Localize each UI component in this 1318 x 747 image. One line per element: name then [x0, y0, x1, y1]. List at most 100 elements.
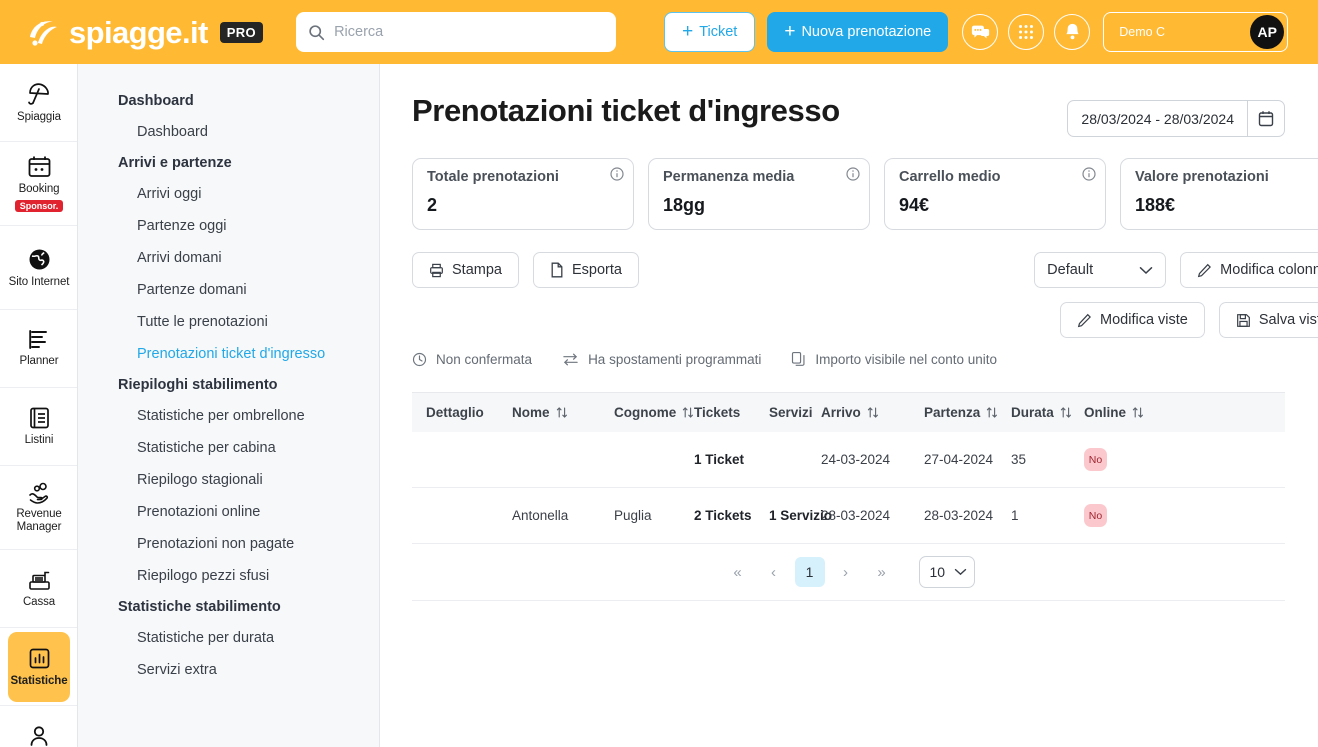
sidebar-item-prenotazioni-ticket-ingresso[interactable]: Prenotazioni ticket d'ingresso — [78, 338, 379, 370]
print-button[interactable]: Stampa — [412, 252, 519, 288]
table-toolbar: Stampa Esporta Default Modifica colonn M… — [412, 252, 1318, 342]
rail-item-statistiche[interactable]: Statistiche — [0, 628, 77, 706]
column-label: Nome — [512, 405, 550, 420]
next-page-button[interactable]: › — [831, 557, 861, 587]
table-row[interactable]: 1 Ticket 24-03-2024 27-04-2024 35 No — [412, 432, 1285, 488]
sidebar-item-statistiche-per-ombrellone[interactable]: Statistiche per ombrellone — [78, 400, 379, 432]
kpi-card-valore-prenotazioni: Valore prenotazioni 188€ — [1120, 158, 1318, 230]
main-content: Prenotazioni ticket d'ingresso 28/03/202… — [380, 64, 1318, 747]
column-header-durata[interactable]: Durata — [1011, 405, 1084, 420]
sort-icon[interactable] — [1132, 406, 1144, 419]
export-button[interactable]: Esporta — [532, 252, 639, 288]
nav-section-title: Dashboard — [118, 93, 194, 109]
save-view-button[interactable]: Salva vista — [1218, 302, 1318, 338]
cell-cognome: Puglia — [614, 508, 652, 523]
column-header-arrivo[interactable]: Arrivo — [821, 405, 924, 420]
ticket-button[interactable]: + Ticket — [664, 12, 756, 52]
table-legend: Non confermata Ha spostamenti programmat… — [412, 346, 1318, 372]
first-page-button[interactable]: « — [723, 557, 753, 587]
column-header-dettaglio[interactable]: Dettaglio — [412, 405, 512, 420]
save-view-label: Salva vista — [1258, 312, 1318, 328]
calendar-booking-icon — [27, 155, 52, 179]
brand-logo[interactable]: spiagge.it PRO — [26, 17, 264, 48]
edit-columns-button[interactable]: Modifica colonne — [1180, 252, 1318, 288]
rail-label: Revenue Manager — [16, 507, 62, 533]
page-size-select[interactable]: 10 — [918, 556, 975, 588]
apps-grid-icon — [1017, 23, 1035, 41]
cell-online: No — [1084, 504, 1164, 527]
table-row[interactable]: Antonella Puglia 2 Tickets 1 Servizio 28… — [412, 488, 1285, 544]
rail-item-clienti[interactable]: Clienti — [0, 706, 77, 747]
last-page-button[interactable]: » — [867, 557, 897, 587]
info-icon[interactable] — [846, 167, 860, 181]
info-icon[interactable] — [1082, 167, 1096, 181]
rail-item-sito-internet[interactable]: Sito Internet — [0, 226, 77, 310]
table-header-row: Dettaglio Nome Cognome Tickets Servizi A… — [412, 392, 1285, 432]
page-title: Prenotazioni ticket d'ingresso — [412, 93, 840, 128]
cell-nome: Antonella — [512, 508, 569, 523]
chat-icon-button[interactable] — [962, 14, 999, 50]
rail-label: Booking — [18, 182, 60, 195]
sidebar-item-prenotazioni-online[interactable]: Prenotazioni online — [78, 496, 379, 528]
rail-item-planner[interactable]: Planner — [0, 310, 77, 388]
search-box[interactable] — [296, 12, 617, 52]
kpi-value: 94€ — [899, 194, 930, 215]
nav-section-title: Arrivi e partenze — [118, 155, 232, 171]
column-header-cognome[interactable]: Cognome — [614, 405, 694, 420]
sidebar-item-servizi-extra[interactable]: Servizi extra — [78, 654, 379, 686]
sort-icon[interactable] — [556, 406, 568, 419]
column-label: Cognome — [614, 405, 677, 420]
date-range-picker[interactable]: 28/03/2024 - 28/03/2024 — [1067, 100, 1285, 137]
sidebar-item-partenze-oggi[interactable]: Partenze oggi — [78, 210, 379, 242]
calendar-button[interactable] — [1247, 101, 1284, 136]
kpi-label: Totale prenotazioni — [427, 169, 559, 185]
pencil-icon — [1077, 313, 1092, 328]
price-list-icon — [28, 406, 51, 430]
apps-grid-icon-button[interactable] — [1008, 14, 1045, 50]
sidebar-item-partenze-domani[interactable]: Partenze domani — [78, 274, 379, 306]
sidebar-item-arrivi-domani[interactable]: Arrivi domani — [78, 242, 379, 274]
notifications-icon-button[interactable] — [1054, 14, 1091, 50]
rail-item-revenue-manager[interactable]: Revenue Manager — [0, 466, 77, 550]
rail-item-cassa[interactable]: Cassa — [0, 550, 77, 628]
sidebar-item-riepilogo-stagionali[interactable]: Riepilogo stagionali — [78, 464, 379, 496]
sidebar-item-tutte-le-prenotazioni[interactable]: Tutte le prenotazioni — [78, 306, 379, 338]
nav-sidebar: Dashboard Dashboard Arrivi e partenze Ar… — [78, 64, 380, 747]
search-input[interactable] — [334, 24, 605, 40]
prev-page-button[interactable]: ‹ — [759, 557, 789, 587]
legend-item-importo-visibile-conto-unito: Importo visibile nel conto unito — [791, 351, 997, 367]
sort-icon[interactable] — [682, 406, 694, 419]
status-badge: No — [1084, 448, 1107, 471]
user-menu[interactable]: Demo C AP — [1103, 12, 1289, 52]
legend-label: Importo visibile nel conto unito — [815, 351, 997, 367]
sidebar-item-arrivi-oggi[interactable]: Arrivi oggi — [78, 178, 379, 210]
rail-item-booking[interactable]: Booking Sponsor. — [0, 142, 77, 226]
kpi-card-permanenza-media: Permanenza media 18gg — [648, 158, 870, 230]
column-header-nome[interactable]: Nome — [512, 405, 614, 420]
sidebar-item-riepilogo-pezzi-sfusi[interactable]: Riepilogo pezzi sfusi — [78, 560, 379, 592]
info-icon[interactable] — [610, 167, 624, 181]
column-header-partenza[interactable]: Partenza — [924, 405, 1011, 420]
rail-item-spiaggia[interactable]: Spiaggia — [0, 64, 77, 142]
column-header-online[interactable]: Online — [1084, 405, 1164, 420]
sort-icon[interactable] — [986, 406, 998, 419]
page-number-1[interactable]: 1 — [794, 557, 825, 587]
chat-icon — [971, 23, 990, 42]
kpi-cards: Totale prenotazioni 2 Permanenza media 1… — [412, 158, 1318, 230]
page-header-row: Prenotazioni ticket d'ingresso 28/03/202… — [412, 92, 1318, 137]
column-header-servizi[interactable]: Servizi — [769, 405, 821, 420]
sidebar-item-statistiche-per-durata[interactable]: Statistiche per durata — [78, 622, 379, 654]
sidebar-item-statistiche-per-cabina[interactable]: Statistiche per cabina — [78, 432, 379, 464]
new-reservation-button[interactable]: + Nuova prenotazione — [767, 12, 949, 52]
kpi-label: Carrello medio — [899, 169, 1001, 185]
edit-views-button[interactable]: Modifica viste — [1060, 302, 1205, 338]
view-select[interactable]: Default — [1034, 252, 1167, 288]
sidebar-item-dashboard[interactable]: Dashboard — [78, 116, 379, 148]
sidebar-item-prenotazioni-non-pagate[interactable]: Prenotazioni non pagate — [78, 528, 379, 560]
column-label: Servizi — [769, 405, 813, 420]
rail-item-listini[interactable]: Listini — [0, 388, 77, 466]
sort-icon[interactable] — [867, 406, 879, 419]
rail-label: Planner — [19, 355, 59, 368]
column-header-tickets[interactable]: Tickets — [694, 405, 769, 420]
sort-icon[interactable] — [1060, 406, 1072, 419]
